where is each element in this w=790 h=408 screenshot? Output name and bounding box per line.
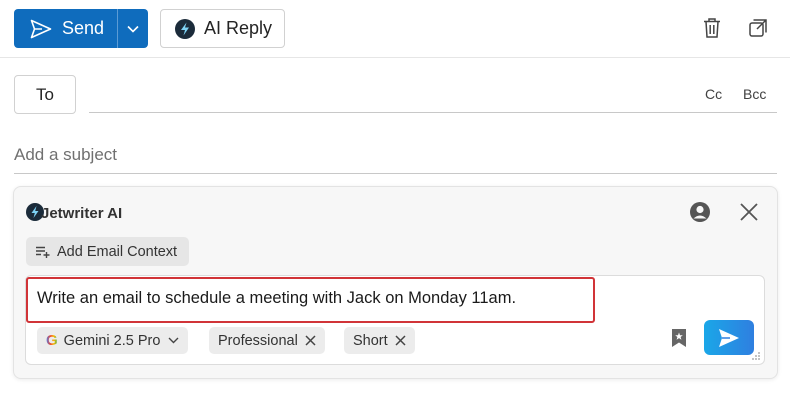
send-button[interactable]: Send: [14, 9, 117, 48]
to-button[interactable]: To: [14, 75, 76, 114]
close-icon[interactable]: [738, 201, 760, 223]
compose-toolbar: Send AI Reply: [0, 0, 790, 58]
prompt-textarea[interactable]: Write an email to schedule a meeting wit…: [26, 277, 595, 323]
send-options-button[interactable]: [118, 9, 148, 48]
popout-icon[interactable]: [747, 16, 769, 40]
bcc-button[interactable]: Bcc: [743, 86, 766, 102]
to-field[interactable]: [89, 112, 777, 113]
remove-length-icon[interactable]: [395, 335, 406, 346]
compose-window: Send AI Reply To Cc Bcc Add a subject Je…: [0, 0, 790, 408]
tone-label: Professional: [218, 332, 298, 349]
tone-chip[interactable]: Professional: [209, 327, 325, 354]
model-label: Gemini 2.5 Pro: [63, 332, 161, 349]
length-label: Short: [353, 332, 388, 349]
trash-icon[interactable]: [701, 16, 723, 40]
panel-title: Jetwriter AI: [41, 205, 123, 222]
send-button-group: Send: [14, 9, 148, 48]
send-prompt-button[interactable]: [704, 320, 754, 355]
resize-handle-icon[interactable]: [751, 351, 761, 361]
ai-reply-label: AI Reply: [204, 18, 273, 38]
length-chip[interactable]: Short: [344, 327, 415, 354]
send-icon: [30, 19, 52, 38]
chevron-down-icon: [168, 337, 179, 344]
add-list-icon: [36, 246, 50, 258]
bookmark-icon[interactable]: [669, 328, 689, 348]
bolt-icon: [175, 18, 195, 39]
cc-button[interactable]: Cc: [705, 86, 722, 102]
google-icon: G: [46, 332, 58, 349]
chevron-down-icon: [127, 25, 139, 33]
account-icon[interactable]: [689, 201, 711, 223]
ai-reply-button[interactable]: AI Reply: [160, 9, 285, 48]
remove-tone-icon[interactable]: [305, 335, 316, 346]
add-email-context-button[interactable]: Add Email Context: [26, 237, 189, 266]
send-icon: [719, 328, 739, 347]
model-selector[interactable]: G Gemini 2.5 Pro: [37, 327, 189, 354]
send-label: Send: [62, 18, 105, 38]
add-email-context-label: Add Email Context: [57, 243, 178, 260]
subject-underline: [14, 173, 777, 174]
subject-input[interactable]: Add a subject: [14, 145, 117, 165]
